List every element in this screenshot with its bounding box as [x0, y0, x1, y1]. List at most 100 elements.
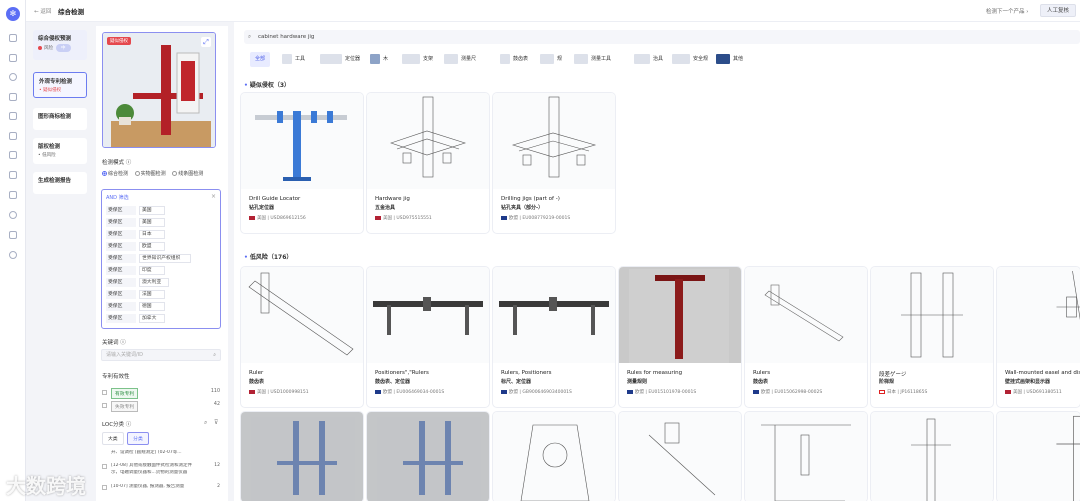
manual-review-button[interactable]: 人工复核 [1040, 4, 1076, 17]
mode-radio-combined[interactable]: 综合检测 [102, 171, 128, 177]
result-image [367, 412, 489, 501]
loc-label: LOC分类 ⓘ [102, 422, 132, 428]
result-image [871, 267, 993, 363]
checkbox[interactable] [102, 390, 107, 395]
category-item[interactable]: 支架 [402, 52, 433, 67]
step-copyright[interactable]: 版权检测 • 低风险 [33, 138, 87, 164]
step-trademark[interactable]: 图形商标检测 [33, 108, 87, 130]
nav-settings-icon[interactable] [9, 251, 17, 259]
result-card[interactable]: 段差ゲージ 阶梯规 日本 | JP1611865S [871, 267, 993, 407]
category-item[interactable]: 木 [370, 52, 388, 67]
icon-rail: ✻ [0, 0, 26, 501]
search-icon: ⌕ [248, 34, 252, 40]
section-suspect: 疑似侵权（3） [244, 80, 290, 89]
top-bar: ← 返回 综合检测 检测下一个产品 › 人工复核 [26, 0, 1080, 22]
search-icon[interactable]: ⌕ [204, 419, 207, 427]
result-image [745, 412, 867, 501]
nav-list-icon[interactable] [9, 132, 17, 140]
keyword-input[interactable]: 请输入关键词/ID ⌕ [101, 349, 221, 361]
next-product-link[interactable]: 检测下一个产品 › [986, 7, 1028, 15]
result-image [619, 267, 741, 363]
category-bar: 全部 工具 定位器 木 支架 测量尺 鼓齿表 规 测量工具 治具 安全规 其他 [244, 52, 1080, 68]
nav-pin-icon[interactable] [9, 93, 17, 101]
filter-row[interactable]: 受保区 日本 [106, 230, 218, 239]
filter-row[interactable]: 受保区 加拿大 [106, 314, 218, 323]
result-card[interactable]: Wall-mounted easel and display 壁挂式画架和显示器… [997, 267, 1080, 407]
result-card[interactable]: Ruler 鼓齿表 美国 | USD1000998151 [241, 267, 363, 407]
result-card[interactable] [871, 412, 993, 501]
filter-row[interactable]: 受保区 印度 [106, 266, 218, 275]
filter-row[interactable]: 受保区 美国 [106, 206, 218, 215]
result-card[interactable]: Positioners","Rulers 鼓齿表、定位器 欧盟 | EU0064… [367, 267, 489, 407]
checkbox[interactable] [102, 403, 107, 408]
back-link[interactable]: ← 返回 [34, 7, 51, 15]
result-card[interactable] [493, 412, 615, 501]
result-card[interactable]: Hardware jig 五金治具 美国 | USD975515551 [367, 93, 489, 233]
mode-radio-photo[interactable]: 实物图检测 [134, 171, 166, 177]
filter-row[interactable]: 受保区 德国 [106, 302, 218, 311]
step-risk-prediction[interactable]: 综合侵权预测 风险中 [33, 30, 87, 60]
app-logo-icon[interactable]: ✻ [6, 7, 20, 21]
product-preview[interactable]: 疑似侵权 ⤢ [102, 32, 216, 148]
nav-globe-icon[interactable] [9, 73, 17, 81]
nav-scan-icon[interactable] [9, 231, 17, 239]
page-title: 综合检测 [58, 8, 84, 16]
step-design-patent[interactable]: 外观专利检测 • 疑似侵权 [33, 72, 87, 98]
expand-icon[interactable]: ⤢ [201, 37, 211, 47]
filter-row[interactable]: 受保区 世界知识产权组织 [106, 254, 218, 263]
suspect-badge: 疑似侵权 [107, 37, 131, 45]
category-item[interactable]: 工具 [282, 52, 305, 67]
and-filter-header: AND 筛选 [106, 195, 129, 201]
filter-row[interactable]: 受保区 澳大利亚 [106, 278, 218, 287]
result-card[interactable]: Rules for measuring 测量规则 欧盟 | EU01510197… [619, 267, 741, 407]
nav-document-icon[interactable] [9, 112, 17, 120]
category-item[interactable]: 治具 [634, 52, 663, 67]
result-image [871, 412, 993, 501]
nav-shield-icon[interactable] [9, 34, 17, 42]
loc-tab-class[interactable]: 分类 [127, 432, 149, 445]
category-all[interactable]: 全部 [250, 52, 271, 67]
result-image [241, 412, 363, 501]
close-icon[interactable]: × [211, 193, 216, 200]
and-filter-box: AND 筛选 × 受保区 美国 受保区 美国 受保区 日本 受保区 欧盟 受保区 世界知识… [101, 189, 221, 329]
filter-row[interactable]: 受保区 美国 [106, 218, 218, 227]
result-card[interactable] [241, 412, 363, 501]
mode-radio-line[interactable]: 线条图检测 [172, 171, 203, 177]
result-image [493, 267, 615, 363]
status-label: 专利有效性 [102, 374, 130, 380]
result-image [241, 93, 363, 189]
filter-icon[interactable]: ⊽ [214, 419, 218, 426]
category-item[interactable]: 安全规 [672, 52, 708, 67]
loc-tab-major[interactable]: 大类 [102, 432, 124, 445]
category-item[interactable]: 测量尺 [444, 52, 476, 67]
result-card[interactable]: Rulers, Positioners 标尺、定位器 欧盟 | GB900646… [493, 267, 615, 407]
result-card[interactable] [367, 412, 489, 501]
keyword-label: 关键词 ⓘ [102, 340, 126, 346]
category-item[interactable]: 测量工具 [574, 52, 611, 67]
result-card[interactable]: Drill Guide Locator 钻孔定位器 美国 | USD869612… [241, 93, 363, 233]
step-report[interactable]: 生成检测报告 [33, 172, 87, 194]
nav-monitor-icon[interactable] [9, 171, 17, 179]
nav-upload-icon[interactable] [9, 191, 17, 199]
category-item[interactable]: 其他 [716, 52, 743, 67]
result-card[interactable]: Rulers 鼓齿表 欧盟 | EU015062998-0002S [745, 267, 867, 407]
status-option-valid[interactable]: 有效专利 110 [102, 388, 220, 399]
result-card[interactable] [619, 412, 741, 501]
result-image [493, 412, 615, 501]
nav-search-icon[interactable] [9, 211, 17, 219]
result-card[interactable] [745, 412, 867, 501]
search-input[interactable]: ⌕ cabinet hardware jig [244, 30, 1080, 44]
filter-row[interactable]: 受保区 欧盟 [106, 242, 218, 251]
category-item[interactable]: 规 [540, 52, 562, 67]
search-icon[interactable]: ⌕ [213, 350, 216, 361]
nav-grid-icon[interactable] [9, 54, 17, 62]
mode-label: 检测模式 ⓘ [102, 160, 132, 166]
category-item[interactable]: 鼓齿表 [500, 52, 528, 67]
filter-row[interactable]: 受保区 法国 [106, 290, 218, 299]
result-card[interactable]: Drilling jigs (part of -) 钻孔夹具（部分-） 欧盟 |… [493, 93, 615, 233]
result-card[interactable] [997, 412, 1080, 501]
category-item[interactable]: 定位器 [320, 52, 360, 67]
status-option-invalid[interactable]: 失效专利 42 [102, 401, 220, 412]
nav-image-icon[interactable] [9, 151, 17, 159]
result-image [493, 93, 615, 189]
